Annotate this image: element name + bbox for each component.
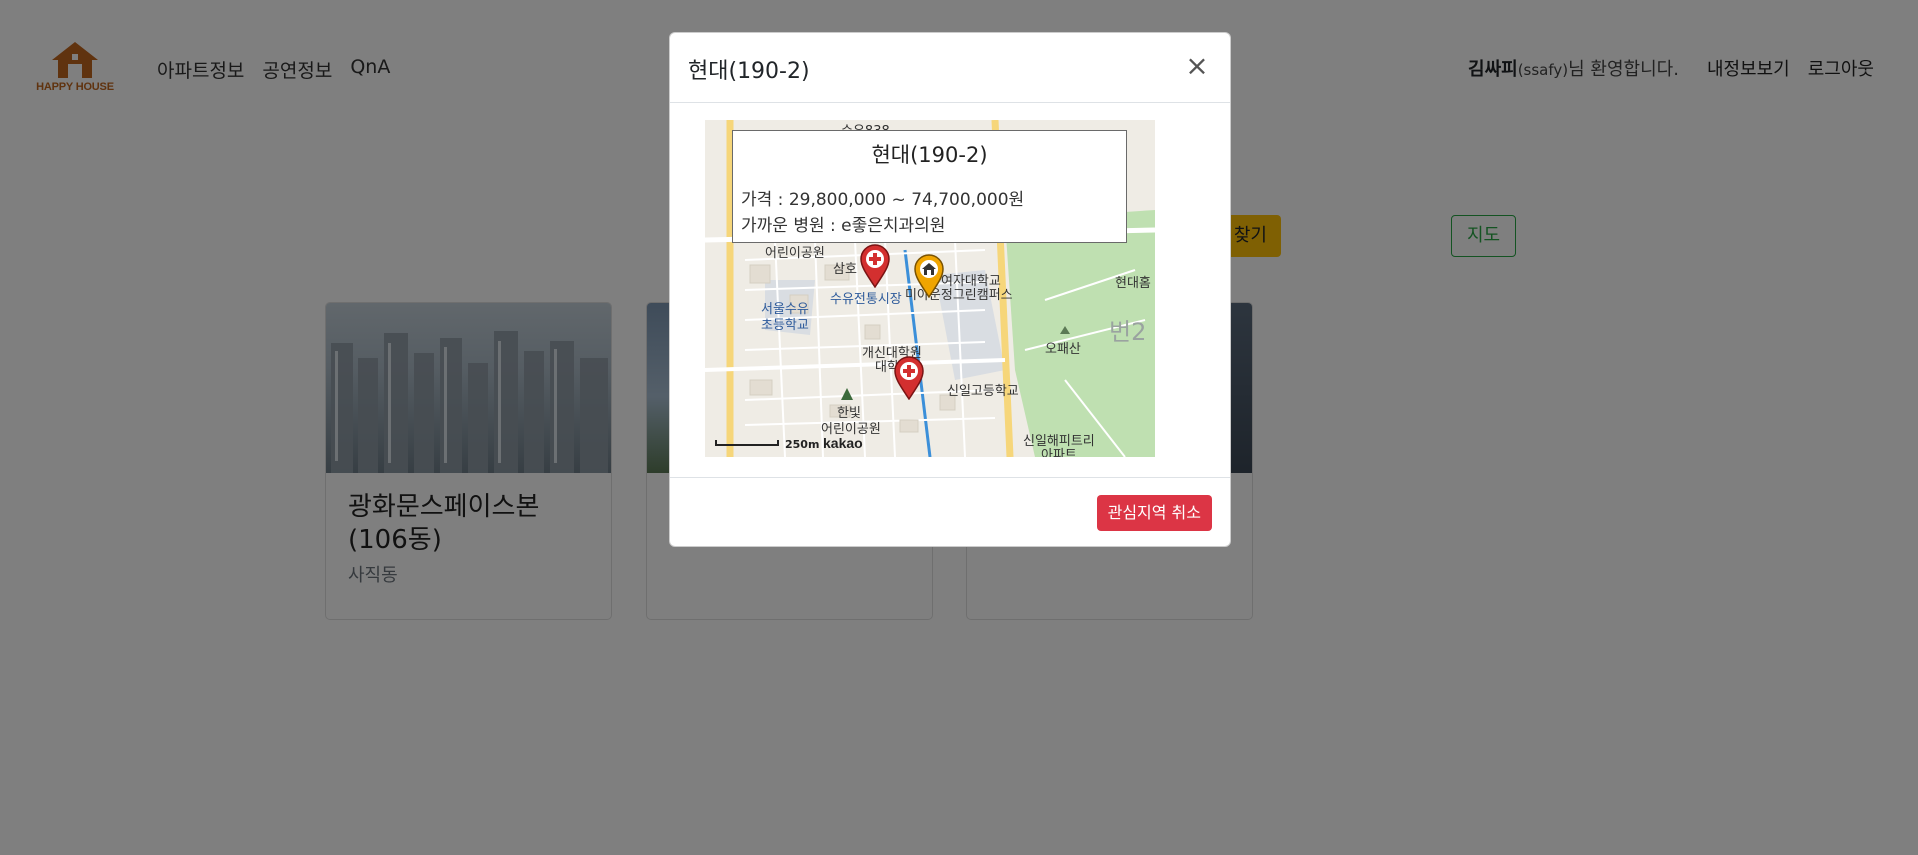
info-title: 현대(190-2)	[871, 143, 988, 167]
map-label: 수유전통시장	[830, 292, 902, 307]
hospital-marker-icon[interactable]	[859, 244, 891, 288]
apartment-modal: 현대(190-2) × 어린이공원 삼호 수유전통시장 서울수유 초등학교 여자…	[669, 32, 1231, 547]
modal-body: 수유838 어린이공원 삼호 수유전통시장 서울수유 초등학교 여자대학교 미아…	[670, 103, 1230, 476]
modal-footer: 관심지역 취소	[670, 477, 1230, 547]
cancel-interest-button[interactable]: 관심지역 취소	[1096, 495, 1212, 531]
map-label: 어린이공원	[765, 246, 825, 261]
map-label: 아파트	[1041, 448, 1077, 457]
map-label: 초등학교	[761, 318, 809, 333]
close-icon[interactable]: ×	[1182, 48, 1212, 84]
map-label: 신일고등학교	[947, 384, 1019, 399]
hospital-marker-icon[interactable]	[893, 356, 925, 400]
map-info-window: 현대(190-2) 가격 : 29,800,000 ~ 74,700,000원 …	[732, 130, 1127, 243]
kakao-attribution: kakao	[823, 435, 863, 451]
info-price: 가격 : 29,800,000 ~ 74,700,000원	[741, 190, 1025, 210]
house-marker-icon[interactable]	[913, 254, 945, 298]
map-scale-bar	[715, 440, 779, 446]
map-label: 오패산	[1045, 342, 1081, 357]
modal-title: 현대(190-2)	[688, 59, 810, 84]
kakao-map[interactable]: 수유838 어린이공원 삼호 수유전통시장 서울수유 초등학교 여자대학교 미아…	[705, 120, 1155, 457]
map-label: 번2	[1109, 318, 1147, 346]
map-scale-text: 250m	[785, 438, 820, 451]
modal-header: 현대(190-2) ×	[670, 33, 1230, 103]
info-hospital: 가까운 병원 : e좋은치과의원	[741, 216, 946, 236]
map-label: 삼호	[833, 262, 857, 277]
map-label: 현대홈	[1115, 276, 1151, 291]
